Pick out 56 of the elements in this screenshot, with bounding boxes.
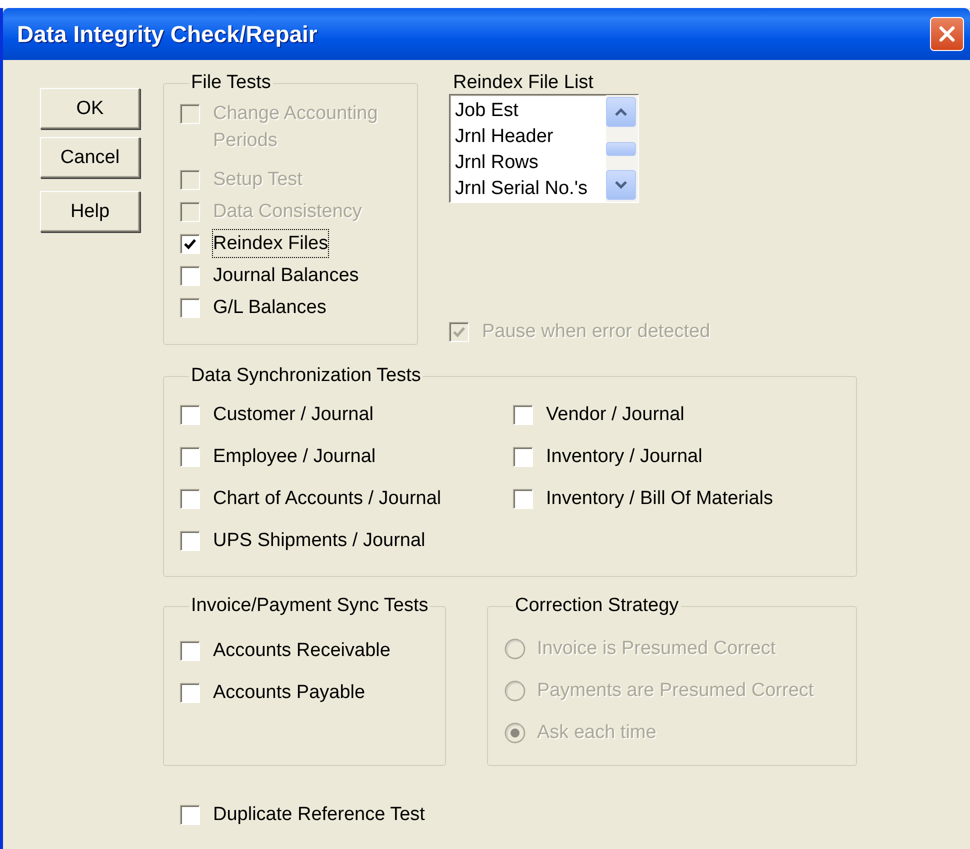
checkbox[interactable] xyxy=(180,266,200,286)
window-title: Data Integrity Check/Repair xyxy=(17,20,318,48)
checkbox-label: Data Consistency xyxy=(213,200,362,224)
list-item[interactable]: Jrnl Rows xyxy=(455,150,606,176)
dialog-button[interactable]: OK xyxy=(40,88,140,129)
checkbox-label: Inventory / Bill Of Materials xyxy=(546,487,774,511)
file-list[interactable]: Job Est Jrnl Header Jrnl Rows Jrnl Serial No.'s xyxy=(449,94,639,203)
checkbox-label: Vendor / Journal xyxy=(546,403,684,427)
list-title: Reindex File List xyxy=(453,72,594,94)
group-title: Invoice/Payment Sync Tests xyxy=(190,595,430,617)
checkbox-label: Reindex Files xyxy=(213,230,328,257)
group-title: Data Synchronization Tests xyxy=(190,365,422,387)
close-button[interactable] xyxy=(930,17,964,51)
dialog-button[interactable]: Help xyxy=(40,191,140,232)
checkbox-label: Accounts Receivable xyxy=(213,639,390,663)
check-mark-icon xyxy=(452,325,466,339)
checkbox-label: Inventory / Journal xyxy=(546,445,702,469)
checkbox-label: Journal Balances xyxy=(213,264,359,288)
checkbox-label: G/L Balances xyxy=(213,296,326,320)
scroll-down-button[interactable] xyxy=(606,170,636,200)
group-title: File Tests xyxy=(190,72,272,94)
checkbox[interactable] xyxy=(180,805,200,825)
checkbox[interactable] xyxy=(180,531,200,551)
dialog-button[interactable]: Cancel xyxy=(40,137,140,178)
checkbox-label: Customer / Journal xyxy=(213,403,374,427)
checkbox-label: Chart of Accounts / Journal xyxy=(213,487,442,511)
checkbox-label: Employee / Journal xyxy=(213,445,376,469)
group-title: Correction Strategy xyxy=(514,595,680,617)
radio-label: Payments are Presumed Correct xyxy=(537,679,814,703)
checkbox[interactable] xyxy=(513,447,533,467)
checkbox-label: Setup Test xyxy=(213,168,302,192)
radio-label: Invoice is Presumed Correct xyxy=(537,637,776,661)
scroll-up-button[interactable] xyxy=(606,97,636,127)
checkbox[interactable] xyxy=(513,405,533,425)
list-item[interactable]: Jrnl Header xyxy=(455,124,606,150)
checkbox-label: Accounts Payable xyxy=(213,681,366,705)
checkbox[interactable] xyxy=(180,447,200,467)
checkbox[interactable] xyxy=(180,298,200,318)
checkbox-label: Change Accounting Periods xyxy=(213,102,379,153)
checkbox[interactable] xyxy=(180,683,200,703)
checkbox-label: UPS Shipments / Journal xyxy=(213,529,426,553)
radio-label: Ask each time xyxy=(537,721,656,745)
checkbox[interactable] xyxy=(180,405,200,425)
checkbox[interactable] xyxy=(180,489,200,509)
chevron-up-icon xyxy=(614,107,628,117)
checkbox-label: Pause when error detected xyxy=(482,320,710,344)
checkbox[interactable] xyxy=(180,641,200,661)
chevron-down-icon xyxy=(614,180,628,190)
list-item[interactable]: Job Est xyxy=(455,98,606,124)
checkbox[interactable] xyxy=(513,489,533,509)
list-item[interactable]: Jrnl Serial No.'s xyxy=(455,176,606,202)
checkbox-label: Duplicate Reference Test xyxy=(213,803,425,827)
checkbox[interactable] xyxy=(180,234,200,254)
close-icon xyxy=(937,24,957,44)
check-mark-icon xyxy=(183,237,197,251)
scroll-thumb[interactable] xyxy=(606,142,636,156)
